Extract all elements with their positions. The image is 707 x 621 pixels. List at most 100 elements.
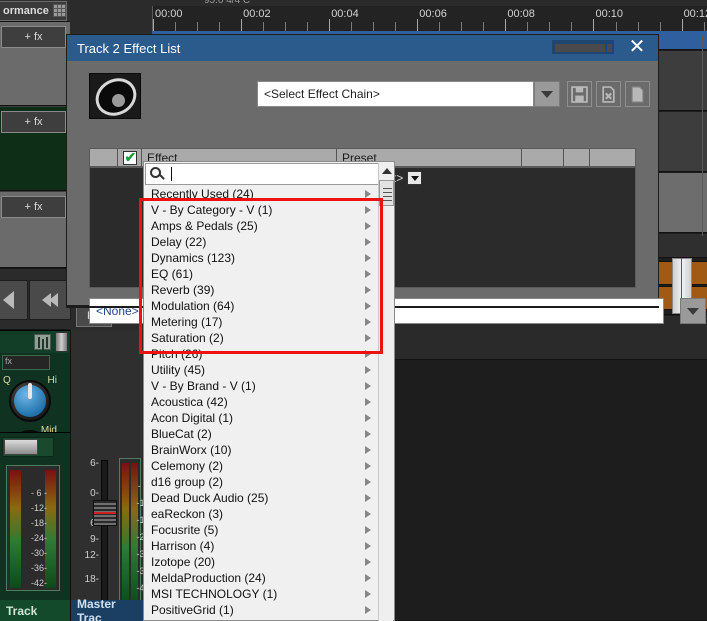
- channel-fx-field[interactable]: fx: [2, 355, 50, 370]
- ruler-tick-minor: [637, 22, 639, 31]
- minimize-icon[interactable]: [552, 40, 614, 54]
- menu-item[interactable]: V - By Brand - V (1): [145, 378, 379, 394]
- submenu-arrow-icon: [365, 430, 371, 438]
- ruler-tick: [505, 19, 507, 31]
- menu-item[interactable]: MeldaProduction (24): [145, 570, 379, 586]
- ruler-tick-label: 00:06: [419, 8, 447, 20]
- new-chain-icon[interactable]: [625, 81, 650, 107]
- file-glyph: [631, 86, 644, 102]
- menu-item-label: Reverb (39): [151, 283, 215, 297]
- menu-item[interactable]: ReaPlugs (9): [145, 618, 379, 620]
- menu-item[interactable]: MSI TECHNOLOGY (1): [145, 586, 379, 602]
- grid-line: [702, 36, 703, 236]
- menu-item[interactable]: Dead Duck Audio (25): [145, 490, 379, 506]
- column-header-blank: [90, 149, 118, 166]
- add-fx-button[interactable]: + fx: [1, 196, 66, 218]
- effect-category-list[interactable]: Recently Used (24) V - By Category - V (1…: [145, 186, 379, 620]
- ruler-tick: [329, 19, 331, 31]
- menu-item-label: PositiveGrid (1): [151, 603, 234, 617]
- pan-slider[interactable]: [2, 437, 54, 457]
- menu-item[interactable]: d16 group (2): [145, 474, 379, 490]
- scrollbar-thumb[interactable]: [379, 180, 394, 206]
- effect-search-box[interactable]: [145, 163, 379, 185]
- menu-item-label: Izotope (20): [151, 555, 216, 569]
- menu-item-label: MeldaProduction (24): [151, 571, 266, 585]
- menu-item[interactable]: Izotope (20): [145, 554, 379, 570]
- menu-item[interactable]: Recently Used (24): [145, 186, 379, 202]
- menu-item[interactable]: Harrison (4): [145, 538, 379, 554]
- level-meter: - 6 - -12- -18- -24- -30- -36- -42-: [6, 465, 60, 591]
- menu-item[interactable]: EQ (61): [145, 266, 379, 282]
- menu-item[interactable]: Reverb (39): [145, 282, 379, 298]
- channel-scroll-handle[interactable]: [55, 332, 68, 352]
- menu-item[interactable]: eaReckon (3): [145, 506, 379, 522]
- menu-item-label: Celemony (2): [151, 459, 224, 473]
- grid-icon[interactable]: [53, 4, 66, 17]
- previous-button[interactable]: [0, 280, 28, 320]
- menu-item[interactable]: BrainWorx (10): [145, 442, 379, 458]
- save-icon[interactable]: [567, 81, 592, 107]
- play-back-icon: [2, 291, 14, 309]
- menu-item[interactable]: Utility (45): [145, 362, 379, 378]
- effect-chain-dropdown-icon[interactable]: [534, 81, 560, 107]
- pan-slider-thumb[interactable]: [4, 439, 38, 455]
- menu-item[interactable]: Celemony (2): [145, 458, 379, 474]
- ruler-tick-label: 00:04: [331, 8, 359, 20]
- menu-item[interactable]: Acon Digital (1): [145, 410, 379, 426]
- left-panel: ormance + fx + fx + fx fx Q Hi Mid - 6 -…: [0, 0, 71, 621]
- chevron-down-icon[interactable]: [407, 171, 423, 185]
- submenu-arrow-icon: [365, 206, 371, 214]
- meter-scale-label: -24-: [30, 533, 47, 543]
- ruler-tick-minor: [395, 22, 397, 31]
- menu-item[interactable]: BlueCat (2): [145, 426, 379, 442]
- menu-item[interactable]: Pitch (26): [145, 346, 379, 362]
- menu-item[interactable]: PositiveGrid (1): [145, 602, 379, 618]
- master-track-label[interactable]: Master Trac: [71, 597, 143, 621]
- rewind-icon: [49, 293, 58, 307]
- menu-item[interactable]: Dynamics (123): [145, 250, 379, 266]
- menu-item[interactable]: V - By Category - V (1): [145, 202, 379, 218]
- knob-pointer: [28, 383, 32, 399]
- ruler-tick: [417, 19, 419, 31]
- ruler-tick-minor: [219, 22, 221, 31]
- menu-item-label: d16 group (2): [151, 475, 224, 489]
- rewind-button[interactable]: [29, 280, 71, 320]
- menu-item[interactable]: Metering (17): [145, 314, 379, 330]
- timeline-ruler[interactable]: 00:00 00:02 00:04 00:06 00:08 00:10 00:12: [152, 6, 707, 31]
- transport-controls: [0, 268, 71, 330]
- master-fader-track[interactable]: [101, 460, 108, 610]
- meter-scale-label: -30-: [30, 548, 47, 558]
- ruler-tick-minor: [307, 22, 309, 31]
- dialog-title-bar[interactable]: Track 2 Effect List ✕: [67, 35, 658, 61]
- file-x-glyph: [602, 85, 615, 103]
- ruler-tick-minor: [549, 22, 551, 31]
- ruler-tick-minor: [285, 22, 287, 31]
- menu-item[interactable]: Acoustica (42): [145, 394, 379, 410]
- search-input[interactable]: [172, 167, 362, 181]
- close-icon[interactable]: ✕: [626, 37, 648, 59]
- fader-scale-label: 0-: [90, 488, 99, 499]
- add-fx-button[interactable]: + fx: [1, 111, 66, 133]
- menu-item[interactable]: Amps & Pedals (25): [145, 218, 379, 234]
- submenu-arrow-icon: [365, 478, 371, 486]
- submenu-arrow-icon: [365, 494, 371, 502]
- ruler-tick: [681, 19, 683, 31]
- mixer-icon[interactable]: [34, 334, 51, 350]
- menu-item[interactable]: Modulation (64): [145, 298, 379, 314]
- column-header-blank: [564, 149, 590, 166]
- menu-item[interactable]: Focusrite (5): [145, 522, 379, 538]
- menu-item-label: V - By Category - V (1): [151, 203, 273, 217]
- menu-item[interactable]: Delay (22): [145, 234, 379, 250]
- menu-item[interactable]: Saturation (2): [145, 330, 379, 346]
- delete-chain-icon[interactable]: [596, 81, 621, 107]
- add-fx-button[interactable]: + fx: [1, 26, 66, 48]
- menu-item-label: Amps & Pedals (25): [151, 219, 258, 233]
- scroll-up-icon[interactable]: [379, 163, 394, 179]
- menu-scrollbar[interactable]: [378, 163, 394, 621]
- effect-chain-input[interactable]: <Select Effect Chain>: [257, 81, 534, 107]
- menu-item-label: Recently Used (24): [151, 187, 254, 201]
- enable-all-checkbox[interactable]: [118, 149, 142, 166]
- preset-none-dropdown-icon[interactable]: [680, 298, 706, 324]
- track-name-label[interactable]: Track: [0, 600, 70, 621]
- master-fader-thumb[interactable]: [93, 500, 117, 526]
